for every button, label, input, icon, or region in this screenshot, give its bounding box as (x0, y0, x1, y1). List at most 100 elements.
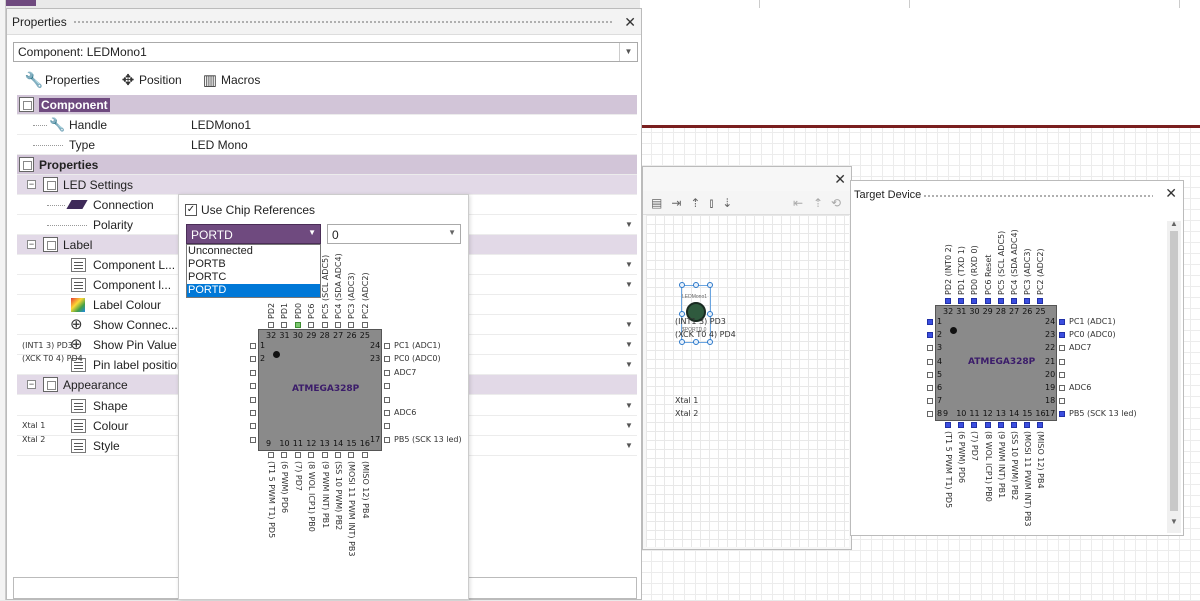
pin[interactable] (997, 422, 1004, 428)
reset-tool-icon[interactable]: ⟲ (831, 196, 841, 210)
pin[interactable] (308, 322, 315, 328)
row-type[interactable]: Type LED Mono (17, 135, 637, 155)
pin[interactable] (971, 298, 978, 304)
pin[interactable] (927, 411, 933, 418)
chevron-down-icon[interactable]: ▼ (621, 437, 637, 454)
chevron-down-icon[interactable]: ▼ (621, 356, 637, 373)
pin[interactable] (927, 371, 933, 378)
pin[interactable] (984, 422, 991, 428)
pin[interactable] (384, 369, 390, 376)
tab-macros[interactable]: ▥ Macros (199, 67, 279, 93)
pin[interactable] (945, 298, 951, 304)
pin[interactable] (384, 410, 390, 416)
pin[interactable] (250, 383, 256, 390)
pin[interactable] (268, 452, 274, 458)
chevron-down-icon[interactable]: ▼ (621, 316, 637, 333)
chevron-down-icon[interactable]: ▼ (621, 397, 637, 414)
pin[interactable] (1059, 385, 1065, 391)
scroll-thumb[interactable] (1170, 231, 1178, 511)
pin[interactable] (971, 422, 978, 428)
pin[interactable] (250, 423, 256, 430)
section-component[interactable]: Component (17, 95, 637, 115)
collapse-icon[interactable]: − (27, 380, 36, 389)
pin[interactable] (335, 322, 341, 328)
pin[interactable] (1059, 411, 1065, 418)
pin[interactable] (927, 358, 933, 365)
pin[interactable] (250, 396, 256, 403)
pin[interactable] (250, 356, 256, 363)
align-tool-icons[interactable]: ▤⇥⇡⫾⇣ (651, 196, 741, 211)
pin[interactable] (1059, 371, 1065, 378)
pin[interactable] (321, 452, 328, 458)
pin[interactable] (1059, 358, 1065, 365)
pin[interactable] (250, 410, 256, 416)
pin[interactable] (1059, 345, 1065, 352)
pin[interactable] (384, 396, 390, 403)
pin[interactable] (958, 422, 965, 428)
chevron-down-icon[interactable]: ▼ (621, 336, 637, 353)
pin[interactable] (384, 436, 390, 443)
chevron-down-icon[interactable]: ▼ (621, 216, 637, 233)
resize-handle[interactable] (707, 339, 713, 345)
pin[interactable] (945, 422, 951, 428)
pin[interactable] (1024, 298, 1031, 304)
tab-position[interactable]: ✥ Position (117, 67, 197, 93)
pin[interactable] (984, 298, 991, 304)
pin[interactable] (250, 369, 256, 376)
pin[interactable] (361, 452, 368, 458)
pin[interactable] (250, 343, 256, 349)
chevron-down-icon[interactable]: ▼ (621, 417, 637, 434)
row-handle[interactable]: 🔧 Handle LEDMono1 (17, 115, 637, 135)
collapse-icon[interactable]: − (27, 180, 36, 189)
tab-properties[interactable]: 🔧 Properties (23, 67, 113, 93)
pin[interactable] (294, 322, 301, 328)
pin[interactable] (1059, 398, 1065, 405)
resize-handle[interactable] (707, 282, 713, 288)
pin[interactable] (927, 319, 933, 325)
pin[interactable] (958, 298, 965, 304)
pin[interactable] (1037, 298, 1044, 304)
pin[interactable] (927, 345, 933, 352)
resize-handle[interactable] (679, 339, 685, 345)
scroll-down-icon[interactable]: ▼ (1170, 517, 1178, 526)
pin[interactable] (384, 343, 390, 349)
pin[interactable] (1024, 422, 1031, 428)
pin[interactable] (1059, 332, 1065, 339)
section-properties[interactable]: Properties (17, 155, 637, 175)
pin[interactable] (281, 452, 288, 458)
pin[interactable] (384, 356, 390, 363)
pin[interactable] (308, 452, 315, 458)
resize-handle[interactable] (693, 282, 699, 288)
resize-handle[interactable] (693, 339, 699, 345)
pin[interactable] (927, 332, 933, 339)
panel-grid[interactable] (646, 215, 849, 547)
pin[interactable] (1011, 422, 1017, 428)
pin[interactable] (348, 452, 355, 458)
pin[interactable] (321, 322, 328, 328)
pin[interactable] (335, 452, 341, 458)
pin[interactable] (1011, 298, 1017, 304)
pin[interactable] (384, 383, 390, 390)
pin[interactable] (927, 398, 933, 405)
pin[interactable] (268, 322, 274, 328)
pin[interactable] (384, 423, 390, 430)
pin[interactable] (997, 298, 1004, 304)
pin[interactable] (1059, 319, 1065, 325)
chevron-down-icon[interactable]: ▼ (621, 256, 637, 273)
pin[interactable] (294, 452, 301, 458)
chevron-down-icon[interactable]: ▼ (619, 43, 637, 61)
pin[interactable] (348, 322, 355, 328)
close-icon[interactable]: ✕ (624, 14, 636, 31)
pin[interactable] (361, 322, 368, 328)
chevron-down-icon[interactable]: ▼ (621, 276, 637, 293)
pin[interactable] (250, 436, 256, 443)
collapse-icon[interactable]: − (27, 240, 36, 249)
pin[interactable] (927, 385, 933, 391)
pin[interactable] (281, 322, 288, 328)
resize-handle[interactable] (679, 282, 685, 288)
pin[interactable] (1037, 422, 1044, 428)
distribute-tool-icons[interactable]: ⇤⇡ (793, 196, 833, 210)
group-led-settings[interactable]: − LED Settings (17, 175, 637, 195)
component-select[interactable]: Component: LEDMono1 ▼ (13, 42, 638, 62)
close-icon[interactable]: ✕ (834, 171, 846, 188)
